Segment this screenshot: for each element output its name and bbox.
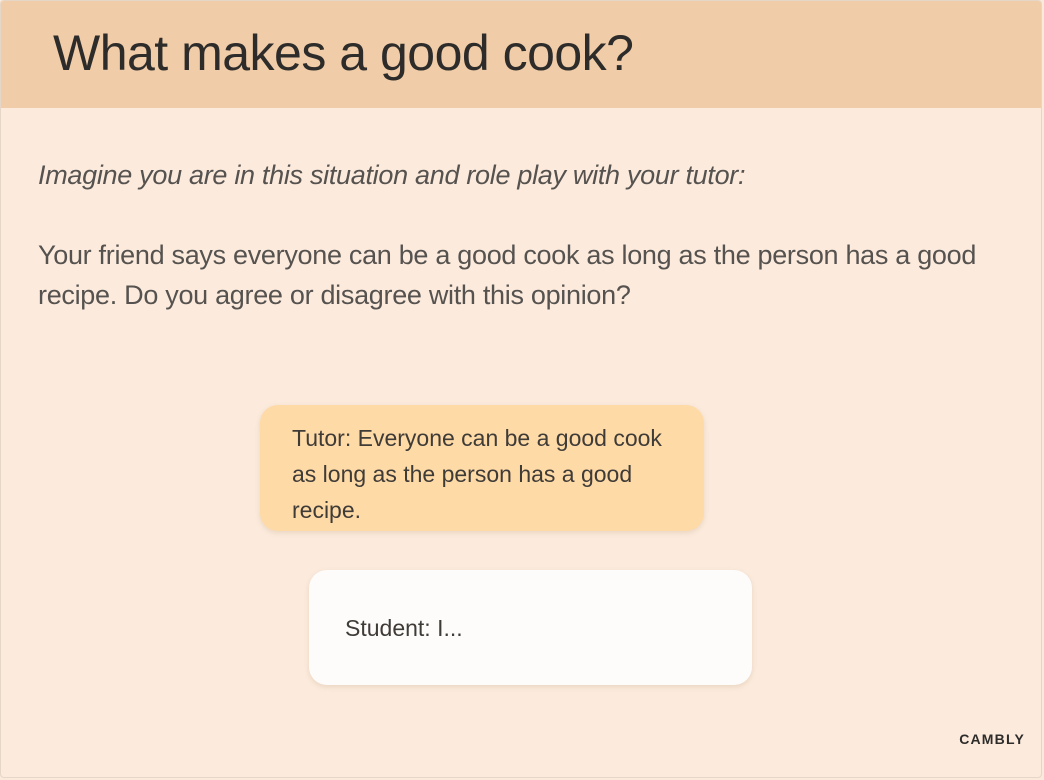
instruction-text: Imagine you are in this situation and ro… [38, 160, 746, 190]
slide-header: What makes a good cook? [1, 1, 1041, 108]
brand-logo: CAMBLY [959, 731, 1025, 747]
tutor-speech-bubble: Tutor: Everyone can be a good cook as lo… [260, 405, 704, 531]
tutor-line: Tutor: Everyone can be a good cook as lo… [292, 425, 662, 523]
scenario-text: Your friend says everyone can be a good … [38, 240, 977, 310]
lesson-slide: What makes a good cook? Imagine you are … [0, 0, 1042, 778]
page-title: What makes a good cook? [53, 25, 634, 81]
student-line: Student: I... [345, 615, 463, 641]
student-speech-bubble: Student: I... [309, 570, 752, 685]
